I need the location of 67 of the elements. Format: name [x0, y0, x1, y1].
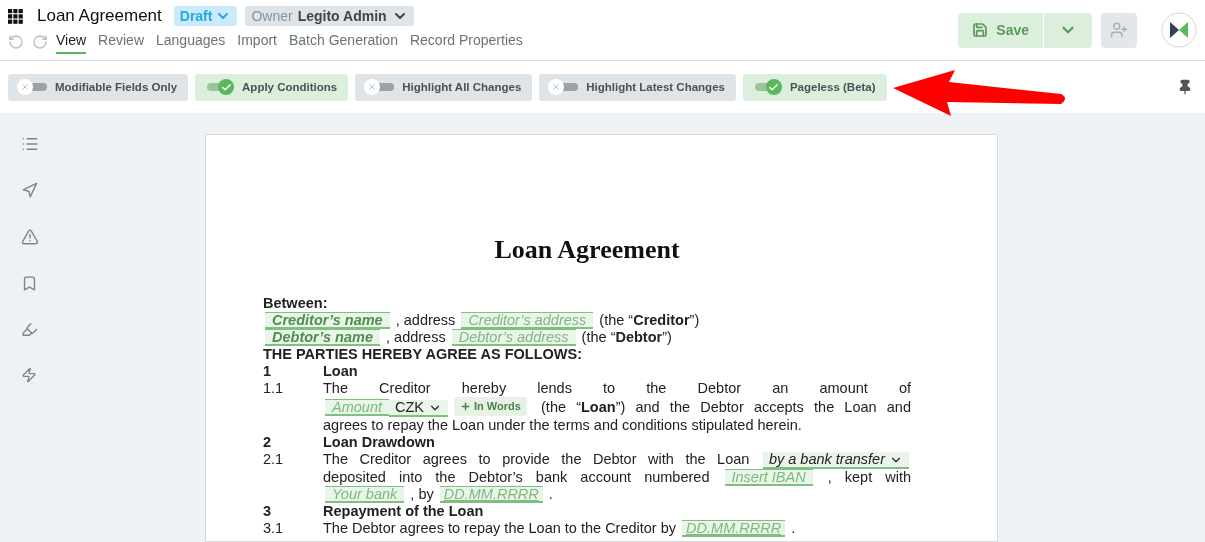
toggle-button[interactable]: Apply Conditions	[195, 73, 349, 101]
currency-select[interactable]: CZK	[389, 400, 448, 417]
toggle-switch[interactable]	[364, 79, 395, 95]
clause-number: 2.1	[263, 451, 285, 469]
lightning-icon[interactable]	[21, 367, 37, 383]
clause-text: Between:	[263, 295, 328, 311]
section-number: 3	[263, 503, 273, 520]
save-button[interactable]: Save	[958, 12, 1043, 48]
highlighter-icon[interactable]	[21, 321, 38, 338]
toggle-switch[interactable]	[548, 79, 579, 95]
toggle-button[interactable]: Highlight All Changes	[355, 73, 533, 101]
tab[interactable]: Record Properties	[409, 30, 523, 54]
navigation-icon[interactable]	[21, 182, 38, 199]
toggle-button[interactable]: Highlight Latest Changes	[539, 73, 736, 101]
clause-text: (the “Loan”) and the Debtor accepts the Loan and	[540, 399, 911, 415]
undo-icon[interactable]	[8, 34, 24, 50]
add-user-icon	[1110, 21, 1128, 39]
document-title: Loan Agreement	[37, 6, 162, 26]
clause-text: The Creditor hereby lends to the Debtor an amount of	[323, 380, 911, 396]
input-field[interactable]: Creditor’s name	[265, 312, 390, 329]
section-number: 1	[263, 363, 273, 380]
plus-icon	[460, 401, 471, 412]
clause-text: .	[790, 520, 796, 536]
pin-icon[interactable]	[1177, 79, 1193, 95]
apps-grid-icon[interactable]	[8, 8, 23, 24]
toggle-switch[interactable]	[17, 79, 47, 95]
clause-text: (the “Creditor”)	[598, 312, 700, 328]
owner-dropdown[interactable]: Owner Legito Admin	[245, 6, 414, 26]
clause-text: The Debtor agrees to repay the Loan to the Creditor by	[323, 520, 678, 536]
list-icon[interactable]	[21, 135, 39, 153]
clause-text: THE PARTIES HEREBY AGREE AS FOLLOWS:	[263, 346, 583, 362]
redo-icon[interactable]	[32, 34, 48, 50]
clause-text: (the “Debtor”)	[580, 329, 672, 345]
check-icon	[768, 81, 780, 93]
clause-text: agrees to repay the Loan under the terms and conditions stipulated herein.	[323, 417, 802, 433]
input-field[interactable]: Debtor’s name	[265, 329, 380, 346]
tab[interactable]: View	[56, 30, 87, 54]
dropdown-field[interactable]: by a bank transfer	[762, 452, 909, 469]
clause-text: , address	[394, 312, 457, 328]
document-heading: Loan Agreement	[493, 235, 681, 265]
logo-icon[interactable]	[1161, 12, 1197, 48]
tab[interactable]: Import	[237, 30, 277, 54]
clause-number: 1.1	[263, 380, 285, 398]
tab[interactable]: Review	[98, 30, 144, 54]
tab[interactable]: Languages	[156, 30, 226, 54]
bookmark-icon[interactable]	[21, 275, 38, 292]
close-icon	[20, 82, 30, 92]
clause-number: 3.1	[263, 520, 285, 537]
close-icon	[551, 82, 562, 92]
in-words-button[interactable]: In Words	[454, 397, 527, 416]
section-heading: Loan Drawdown	[323, 434, 435, 451]
close-icon	[367, 82, 378, 92]
tab[interactable]: Batch Generation	[289, 30, 398, 54]
clause-text: , kept with	[826, 469, 911, 485]
toggle-button[interactable]: Modifiable Fields Only	[8, 73, 189, 101]
clause-text: deposited into the Debtor’s bank account numbered	[323, 469, 711, 485]
clause-text: .	[547, 486, 553, 502]
add-user-button[interactable]	[1101, 12, 1137, 48]
clause-text: , by	[409, 486, 435, 502]
section-heading: Loan	[323, 363, 358, 380]
section-heading: Repayment of the Loan	[323, 503, 484, 520]
warning-icon[interactable]	[21, 228, 39, 246]
clause-text: The Creditor agrees to provide the Debtor with the Loan	[323, 451, 751, 467]
section-number: 2	[263, 434, 273, 451]
toggle-button[interactable]: Pageless (Beta)	[742, 73, 887, 101]
clause-text: , address	[385, 329, 447, 345]
check-icon	[220, 81, 232, 93]
